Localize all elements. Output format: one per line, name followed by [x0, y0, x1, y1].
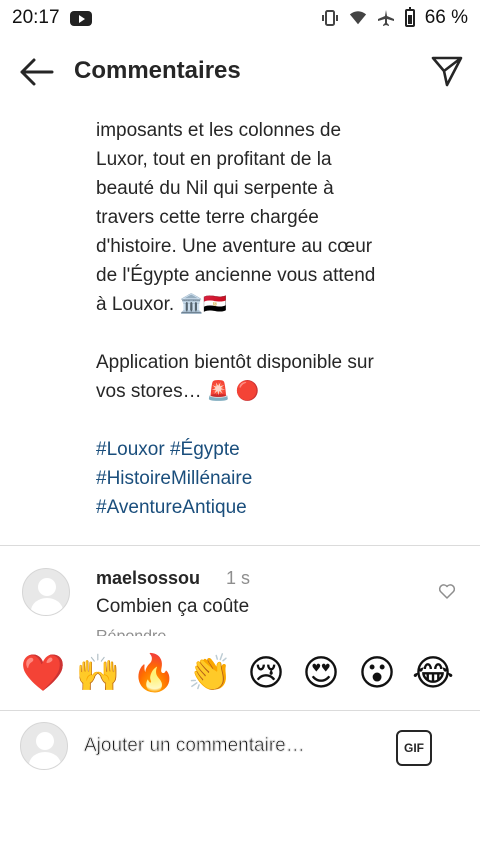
- current-user-avatar: [20, 722, 68, 770]
- reaction-raised-hands[interactable]: 🙌: [75, 650, 121, 696]
- clock: 20:17: [12, 7, 60, 28]
- siren-emoji: 🚨: [206, 381, 231, 402]
- app-announcement-line: Application bientôt disponible sur: [96, 352, 374, 373]
- gif-button[interactable]: GIF: [396, 730, 432, 766]
- reply-button[interactable]: Répondre: [96, 628, 166, 636]
- hashtag-link[interactable]: #Louxor: [96, 439, 165, 460]
- comment-item: maelsossou 1 s Combien ça coûte Répondre: [0, 556, 480, 636]
- hashtag-line: #Louxor #Égypte: [96, 435, 426, 464]
- caption-line: d'histoire. Une aventure au cœur: [96, 236, 373, 257]
- like-heart-icon[interactable]: [438, 582, 456, 600]
- caption-text: à Louxor.: [96, 294, 175, 315]
- comment-input[interactable]: Ajouter un commentaire…: [84, 735, 305, 757]
- status-right: 66 %: [321, 7, 468, 29]
- caption-line: imposants et les colonnes de: [96, 120, 342, 141]
- airplane-icon: [377, 9, 395, 27]
- hashtag-line: #AventureAntique: [96, 493, 426, 522]
- quick-reactions-bar: ❤️ 🙌 🔥 👏 😢 😍 😮 😂: [0, 636, 480, 710]
- comment-composer: Ajouter un commentaire… GIF: [0, 710, 480, 780]
- status-bar: 20:17 66 %: [0, 0, 480, 36]
- youtube-icon: [69, 10, 92, 26]
- divider: [0, 545, 480, 546]
- app-bar: Commentaires: [0, 40, 480, 104]
- reaction-clap[interactable]: 👏: [187, 650, 233, 696]
- reaction-heart-eyes[interactable]: 😍: [298, 650, 344, 696]
- reaction-heart[interactable]: ❤️: [20, 650, 66, 696]
- post-caption: imposants et les colonnes de Luxor, tout…: [96, 116, 426, 522]
- status-left: 20:17: [12, 7, 92, 29]
- battery-icon: [404, 7, 415, 27]
- reaction-crying[interactable]: 😢: [243, 650, 289, 696]
- page-title: Commentaires: [74, 57, 241, 84]
- caption-text: vos stores…: [96, 381, 202, 402]
- hashtag-line: #HistoireMillénaire: [96, 464, 426, 493]
- vibrate-icon: [321, 9, 339, 27]
- classical-building-emoji: 🏛️: [179, 294, 204, 315]
- hashtag-link[interactable]: #HistoireMillénaire: [96, 468, 252, 489]
- caption-line: beauté du Nil qui serpente à: [96, 178, 334, 199]
- comment-timestamp: 1 s: [226, 568, 251, 588]
- hashtag-link[interactable]: #Égypte: [170, 439, 240, 460]
- reaction-laughing[interactable]: 😂: [410, 650, 456, 696]
- reaction-fire[interactable]: 🔥: [131, 650, 177, 696]
- battery-percent: 66 %: [424, 7, 468, 28]
- caption-line: travers cette terre chargée: [96, 207, 319, 228]
- app-announcement-line-2: vos stores… 🚨 🔴: [96, 377, 426, 406]
- back-arrow-icon[interactable]: [16, 56, 56, 88]
- caption-line: de l'Égypte ancienne vous attend: [96, 265, 376, 286]
- egypt-flag-emoji: 🇪🇬: [203, 294, 227, 315]
- send-icon[interactable]: [430, 54, 464, 88]
- red-circle-emoji: 🔴: [235, 381, 260, 402]
- reaction-surprised[interactable]: 😮: [354, 650, 400, 696]
- caption-line-last: à Louxor. 🏛️🇪🇬: [96, 290, 426, 319]
- avatar[interactable]: [22, 568, 70, 616]
- comment-text: Combien ça coûte: [96, 596, 250, 617]
- caption-line: Luxor, tout en profitant de la: [96, 149, 332, 170]
- wifi-icon: [349, 9, 367, 27]
- comment-username[interactable]: maelsossou: [96, 568, 200, 589]
- hashtag-link[interactable]: #AventureAntique: [96, 497, 247, 518]
